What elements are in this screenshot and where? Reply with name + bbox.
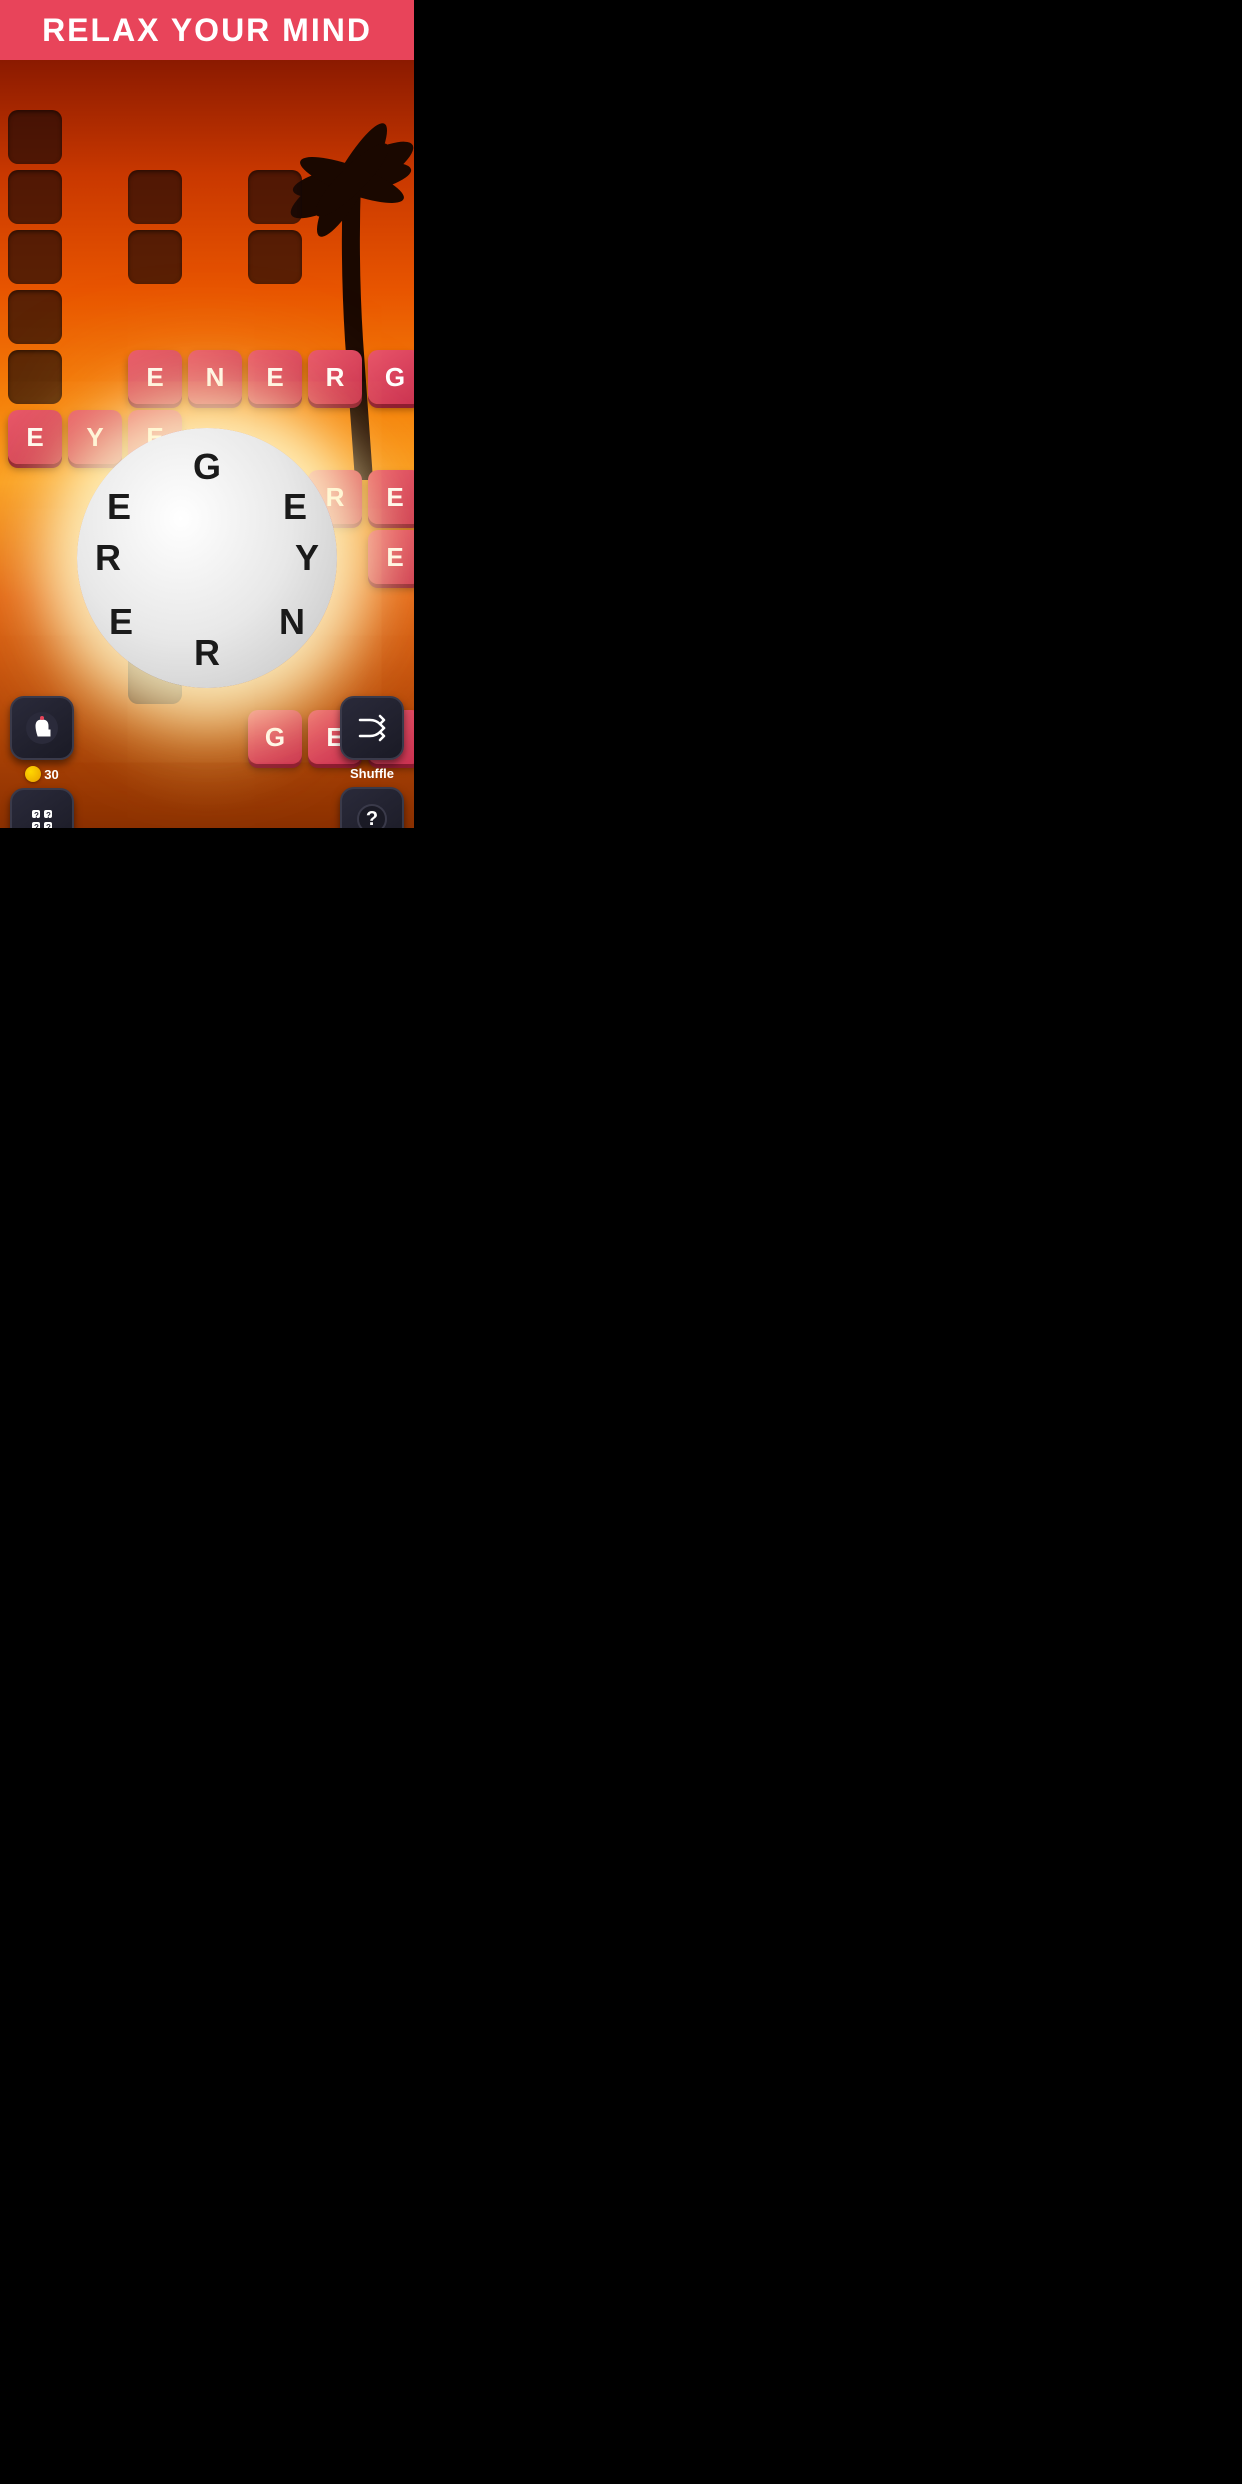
circle-letter-G[interactable]: G <box>193 446 221 488</box>
circle-letter-R-bottom[interactable]: R <box>194 632 220 674</box>
left-buttons: 30 ? ? ? ? 60 <box>10 696 74 828</box>
tile-empty <box>128 170 182 224</box>
hint2-button[interactable]: ? <box>340 787 404 828</box>
coin-icon <box>25 766 41 782</box>
svg-text:?: ? <box>46 823 51 828</box>
tile-empty <box>8 290 62 344</box>
tile-E-4-4: E <box>248 350 302 404</box>
hint-button[interactable] <box>10 696 74 760</box>
bottom-bar: 30 ? ? ? ? 60 <box>0 688 414 828</box>
hint-cost-label: 30 <box>25 766 58 782</box>
tile-empty <box>8 350 62 404</box>
circle-letter-R[interactable]: R <box>95 537 121 579</box>
tile-empty <box>248 170 302 224</box>
tile-empty <box>128 230 182 284</box>
tile-empty <box>8 170 62 224</box>
tile-G-4-6: G <box>368 350 414 404</box>
circle-letter-N[interactable]: N <box>279 601 305 643</box>
letter-circle-container: G E E R Y E N R <box>77 428 337 688</box>
svg-text:?: ? <box>34 811 39 820</box>
tile-N-4-3: N <box>188 350 242 404</box>
game-area: ENERGYEYEEREEGENEGREYREE G E E R Y E N R <box>0 60 414 828</box>
tile-R-4-5: R <box>308 350 362 404</box>
tile-empty <box>8 230 62 284</box>
circle-letter-E-topright[interactable]: E <box>283 486 307 528</box>
tile-E-7-6: E <box>368 530 414 584</box>
circle-letter-Y[interactable]: Y <box>295 537 319 579</box>
svg-text:?: ? <box>46 811 51 820</box>
tile-E-4-2: E <box>128 350 182 404</box>
tile-E-5-0: E <box>8 410 62 464</box>
reveal-button[interactable]: ? ? ? ? <box>10 788 74 828</box>
shuffle-label: Shuffle <box>350 766 394 781</box>
tile-empty <box>8 110 62 164</box>
svg-text:?: ? <box>366 808 378 828</box>
circle-letter-E-bottomleft[interactable]: E <box>109 601 133 643</box>
header-title: RELAX YOUR MIND <box>42 12 372 49</box>
tile-empty <box>248 230 302 284</box>
shuffle-button[interactable] <box>340 696 404 760</box>
right-buttons: Shuffle ? 20 S+20 <box>340 696 404 828</box>
svg-text:?: ? <box>34 823 39 828</box>
tile-E-6-6: E <box>368 470 414 524</box>
letter-circle: G E E R Y E N R <box>77 428 337 688</box>
hint-cost-value: 30 <box>44 767 58 782</box>
shuffle-label-text: Shuffle <box>350 766 394 781</box>
circle-letter-E-topleft[interactable]: E <box>107 486 131 528</box>
header: RELAX YOUR MIND <box>0 0 414 60</box>
